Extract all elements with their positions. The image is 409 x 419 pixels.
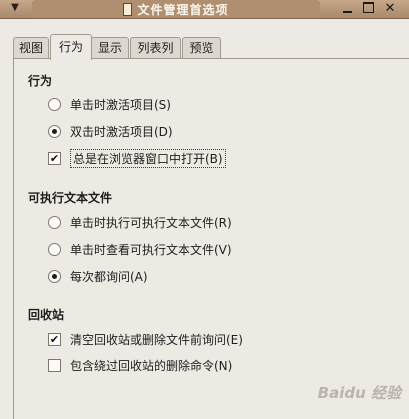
window-icon xyxy=(123,2,133,16)
close-icon: ✕ xyxy=(384,1,396,16)
title-area[interactable]: 文件管理首选项 xyxy=(32,0,320,18)
option-label: 包含绕过回收站的删除命令(N) xyxy=(70,358,233,373)
radio-double-click-activate[interactable]: 双击时激活项目(D) xyxy=(48,122,173,140)
minimize-button[interactable] xyxy=(339,1,355,16)
close-button[interactable]: ✕ xyxy=(382,1,398,16)
title-bar[interactable]: ▼ 文件管理首选项 ✕ xyxy=(0,0,409,19)
tab-list-columns[interactable]: 列表列 xyxy=(130,37,181,58)
option-label: 每次都询问(A) xyxy=(70,269,148,284)
checkbox-bypass-trash-delete[interactable]: 包含绕过回收站的删除命令(N) xyxy=(48,356,232,374)
maximize-button[interactable] xyxy=(360,1,376,16)
chevron-down-icon[interactable]: ▼ xyxy=(8,1,22,15)
tab-preview[interactable]: 预览 xyxy=(182,37,221,58)
section-title-behavior: 行为 xyxy=(28,74,53,88)
radio-icon[interactable] xyxy=(48,97,61,111)
option-label: 单击时查看可执行文本文件(V) xyxy=(70,242,232,257)
radio-icon[interactable] xyxy=(48,269,61,283)
window-title: 文件管理首选项 xyxy=(137,2,229,17)
radio-ask-each-time[interactable]: 每次都询问(A) xyxy=(48,267,148,285)
checkbox-confirm-empty-trash[interactable]: ✔ 清空回收站或删除文件前询问(E) xyxy=(48,330,243,348)
tab-view[interactable]: 视图 xyxy=(13,37,49,58)
option-label: 总是在浏览器窗口中打开(B) xyxy=(70,148,226,168)
radio-icon[interactable] xyxy=(48,124,61,138)
checkmark-icon[interactable]: ✔ xyxy=(48,151,61,165)
minimize-icon xyxy=(342,10,352,13)
tab-display[interactable]: 显示 xyxy=(91,37,129,58)
maximize-icon xyxy=(362,2,374,13)
radio-icon[interactable] xyxy=(48,215,61,229)
radio-view-executable[interactable]: 单击时查看可执行文本文件(V) xyxy=(48,240,232,258)
section-title-trash: 回收站 xyxy=(28,308,65,322)
option-label: 单击时执行可执行文本文件(R) xyxy=(70,215,232,230)
section-title-executable: 可执行文本文件 xyxy=(28,191,113,205)
checkbox-open-in-browser[interactable]: ✔ 总是在浏览器窗口中打开(B) xyxy=(48,148,226,168)
radio-run-executable[interactable]: 单击时执行可执行文本文件(R) xyxy=(48,213,232,231)
watermark: Baidu 经验 xyxy=(317,384,401,402)
option-label: 双击时激活项目(D) xyxy=(70,124,173,139)
option-label: 清空回收站或删除文件前询问(E) xyxy=(70,332,243,347)
checkbox-icon[interactable] xyxy=(48,358,61,372)
checkmark-icon[interactable]: ✔ xyxy=(48,332,61,346)
option-label: 单击时激活项目(S) xyxy=(70,97,171,112)
radio-single-click-activate[interactable]: 单击时激活项目(S) xyxy=(48,95,171,113)
radio-icon[interactable] xyxy=(48,242,61,256)
tab-behavior[interactable]: 行为 xyxy=(50,34,92,60)
